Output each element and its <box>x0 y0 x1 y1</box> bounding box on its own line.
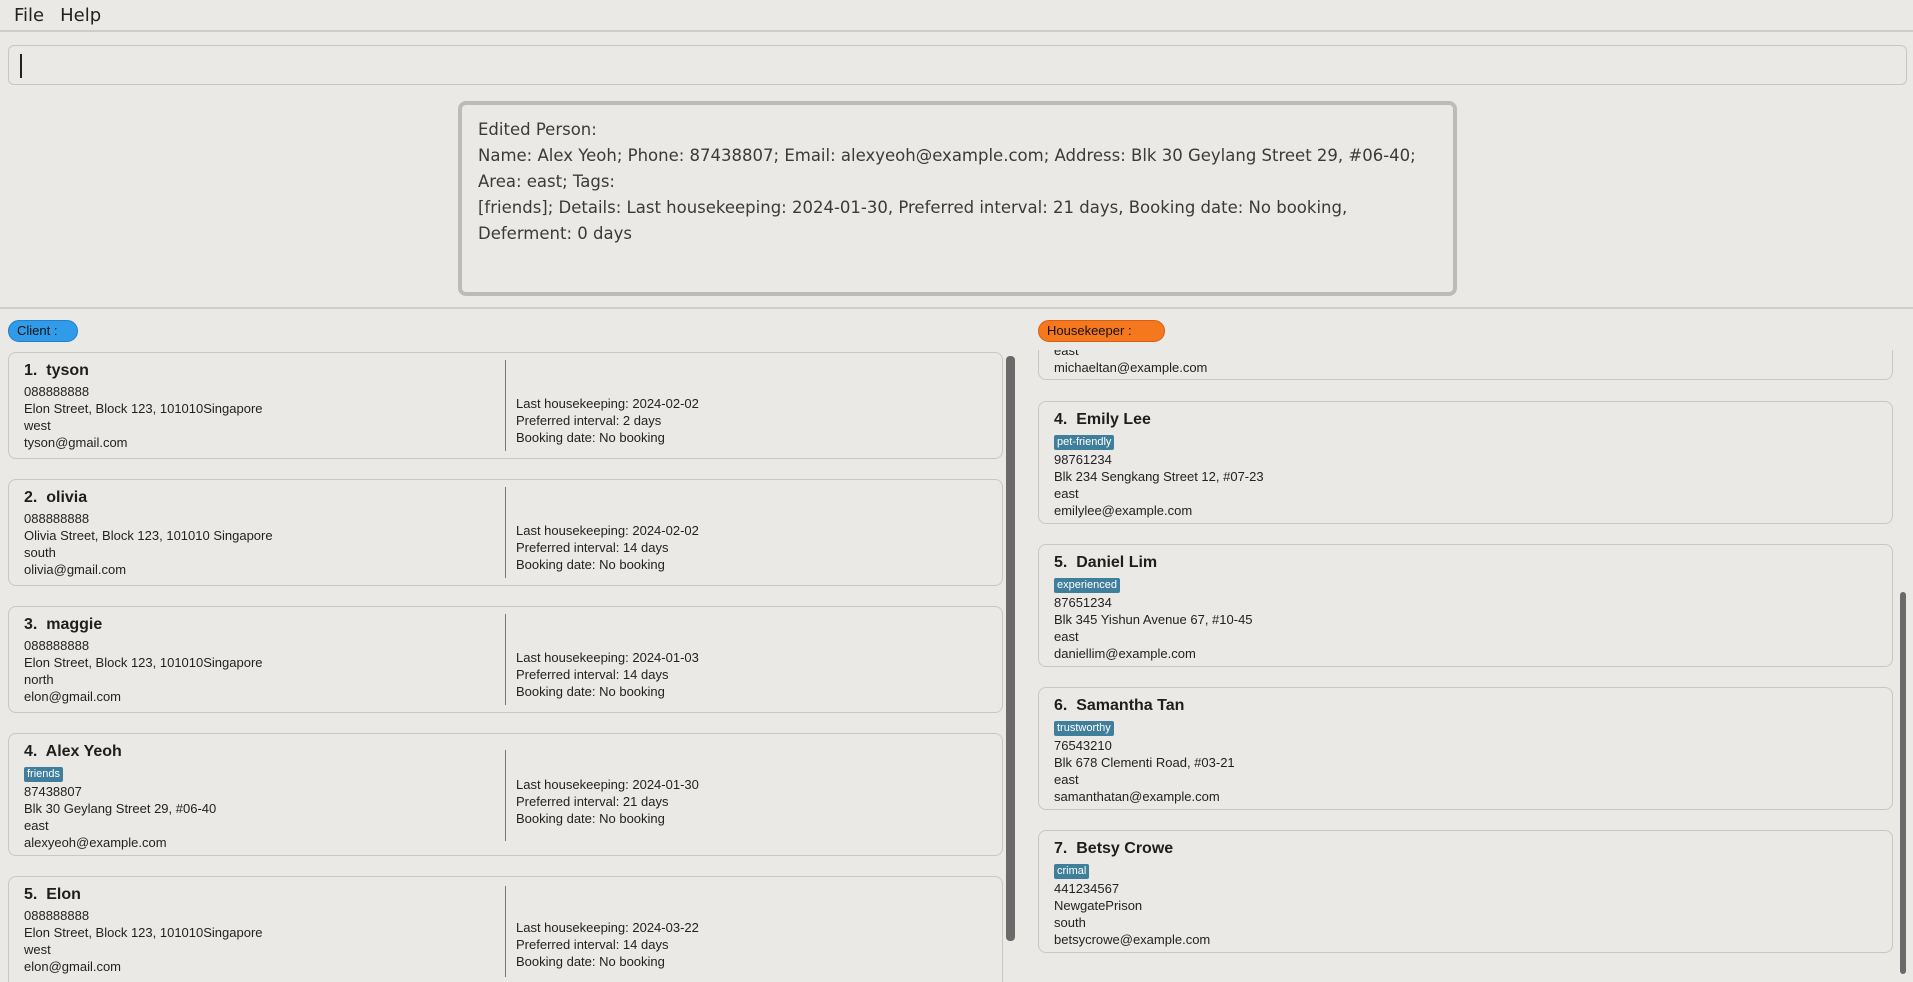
housekeeper-card[interactable]: 6. Samantha Tan trustworthy 76543210 Blk… <box>1038 687 1893 810</box>
housekeeper-list[interactable]: east michaeltan@example.com 4. Emily Lee… <box>1038 350 1893 982</box>
client-preferred-interval: Preferred interval: 14 days <box>516 937 669 952</box>
client-card[interactable]: 5. Elon 088888888 Elon Street, Block 123… <box>8 876 1003 982</box>
client-list-scrollbar[interactable] <box>1006 356 1015 941</box>
housekeeper-card[interactable]: 5. Daniel Lim experienced 87651234 Blk 3… <box>1038 544 1893 667</box>
card-separator <box>505 360 506 451</box>
client-phone: 088888888 <box>24 908 90 923</box>
client-name: 3. maggie <box>24 616 103 633</box>
housekeeper-name: 4. Emily Lee <box>1054 411 1151 428</box>
client-last-housekeeping: Last housekeeping: 2024-01-30 <box>516 777 699 792</box>
client-name: 5. Elon <box>24 886 81 903</box>
client-address: Blk 30 Geylang Street 29, #06-40 <box>24 801 217 816</box>
client-email: tyson@gmail.com <box>24 435 128 450</box>
client-email: elon@gmail.com <box>24 689 122 704</box>
client-label: Client : <box>8 320 78 342</box>
client-card[interactable]: 4. Alex Yeoh friends 87438807 Blk 30 Gey… <box>8 733 1003 856</box>
client-address: Olivia Street, Block 123, 101010 Singapo… <box>24 528 273 543</box>
housekeeper-email: michaeltan@example.com <box>1054 360 1208 375</box>
client-address: Elon Street, Block 123, 101010Singapore <box>24 655 263 670</box>
client-booking-date: Booking date: No booking <box>516 811 665 826</box>
client-booking-date: Booking date: No booking <box>516 557 665 572</box>
client-area: east <box>24 818 49 833</box>
housekeeper-name: 5. Daniel Lim <box>1054 554 1158 571</box>
client-email: olivia@gmail.com <box>24 562 127 577</box>
client-preferred-interval: Preferred interval: 14 days <box>516 540 669 555</box>
housekeeper-phone: 441234567 <box>1054 881 1120 896</box>
client-last-housekeeping: Last housekeeping: 2024-03-22 <box>516 920 699 935</box>
client-preferred-interval: Preferred interval: 21 days <box>516 794 669 809</box>
client-list[interactable]: 1. tyson 088888888 Elon Street, Block 12… <box>8 350 1003 982</box>
housekeeper-area: east <box>1054 350 1079 358</box>
card-separator <box>505 614 506 705</box>
housekeeper-phone: 87651234 <box>1054 595 1112 610</box>
housekeeper-card[interactable]: 7. Betsy Crowe crimal 441234567 NewgateP… <box>1038 830 1893 953</box>
client-last-housekeeping: Last housekeeping: 2024-01-03 <box>516 650 699 665</box>
card-separator <box>505 750 506 841</box>
client-address: Elon Street, Block 123, 101010Singapore <box>24 401 263 416</box>
housekeeper-phone: 76543210 <box>1054 738 1112 753</box>
client-email: elon@gmail.com <box>24 959 122 974</box>
menu-bar: File Help <box>0 0 1913 32</box>
client-last-housekeeping: Last housekeeping: 2024-02-02 <box>516 523 699 538</box>
menu-file[interactable]: File <box>6 5 52 26</box>
client-phone: 088888888 <box>24 384 90 399</box>
command-input[interactable] <box>8 45 1907 85</box>
menu-help[interactable]: Help <box>52 5 109 26</box>
client-email: alexyeoh@example.com <box>24 835 167 850</box>
result-line-1: Edited Person: <box>478 120 597 139</box>
client-preferred-interval: Preferred interval: 2 days <box>516 413 662 428</box>
housekeeper-email: emilylee@example.com <box>1054 503 1193 518</box>
housekeeper-name: 6. Samantha Tan <box>1054 697 1185 714</box>
client-preferred-interval: Preferred interval: 14 days <box>516 667 669 682</box>
client-last-housekeeping: Last housekeeping: 2024-02-02 <box>516 396 699 411</box>
result-line-2: Name: Alex Yeoh; Phone: 87438807; Email:… <box>478 146 1416 191</box>
housekeeper-area: east <box>1054 629 1079 644</box>
housekeeper-list-scrollbar[interactable] <box>1900 592 1906 974</box>
housekeeper-email: betsycrowe@example.com <box>1054 932 1211 947</box>
text-caret <box>20 54 22 78</box>
housekeeper-label: Housekeeper : <box>1038 320 1165 342</box>
client-phone: 088888888 <box>24 638 90 653</box>
housekeeper-card[interactable]: 4. Emily Lee pet-friendly 98761234 Blk 2… <box>1038 401 1893 524</box>
housekeeper-phone: 98761234 <box>1054 452 1112 467</box>
card-separator <box>505 487 506 578</box>
client-address: Elon Street, Block 123, 101010Singapore <box>24 925 263 940</box>
section-divider <box>0 307 1913 309</box>
housekeeper-card[interactable]: east michaeltan@example.com <box>1038 350 1893 380</box>
housekeeper-area: south <box>1054 915 1086 930</box>
client-name: 2. olivia <box>24 489 88 506</box>
housekeeper-email: samanthatan@example.com <box>1054 789 1220 804</box>
housekeeper-area: east <box>1054 772 1079 787</box>
client-booking-date: Booking date: No booking <box>516 684 665 699</box>
result-line-3: [friends]; Details: Last housekeeping: 2… <box>478 198 1348 243</box>
result-display: Edited Person: Name: Alex Yeoh; Phone: 8… <box>458 101 1457 296</box>
housekeeper-address: Blk 345 Yishun Avenue 67, #10-45 <box>1054 612 1253 627</box>
client-booking-date: Booking date: No booking <box>516 430 665 445</box>
housekeeper-tag: experienced <box>1054 578 1120 593</box>
housekeeper-address: Blk 678 Clementi Road, #03-21 <box>1054 755 1235 770</box>
housekeeper-address: Blk 234 Sengkang Street 12, #07-23 <box>1054 469 1264 484</box>
client-area: south <box>24 545 56 560</box>
housekeeper-tag: pet-friendly <box>1054 435 1115 450</box>
client-card[interactable]: 3. maggie 088888888 Elon Street, Block 1… <box>8 606 1003 713</box>
housekeeper-tag: trustworthy <box>1054 721 1114 736</box>
client-tag: friends <box>24 767 64 782</box>
client-phone: 87438807 <box>24 784 82 799</box>
client-card[interactable]: 2. olivia 088888888 Olivia Street, Block… <box>8 479 1003 586</box>
client-area: west <box>24 942 51 957</box>
housekeeper-email: daniellim@example.com <box>1054 646 1196 661</box>
client-phone: 088888888 <box>24 511 90 526</box>
client-name: 4. Alex Yeoh <box>24 743 122 760</box>
client-card[interactable]: 1. tyson 088888888 Elon Street, Block 12… <box>8 352 1003 459</box>
client-area: west <box>24 418 51 433</box>
housekeeper-name: 7. Betsy Crowe <box>1054 840 1174 857</box>
client-booking-date: Booking date: No booking <box>516 954 665 969</box>
client-name: 1. tyson <box>24 362 89 379</box>
card-separator <box>505 886 506 977</box>
client-area: north <box>24 672 54 687</box>
housekeeper-tag: crimal <box>1054 864 1090 879</box>
housekeeper-area: east <box>1054 486 1079 501</box>
housekeeper-address: NewgatePrison <box>1054 898 1143 913</box>
